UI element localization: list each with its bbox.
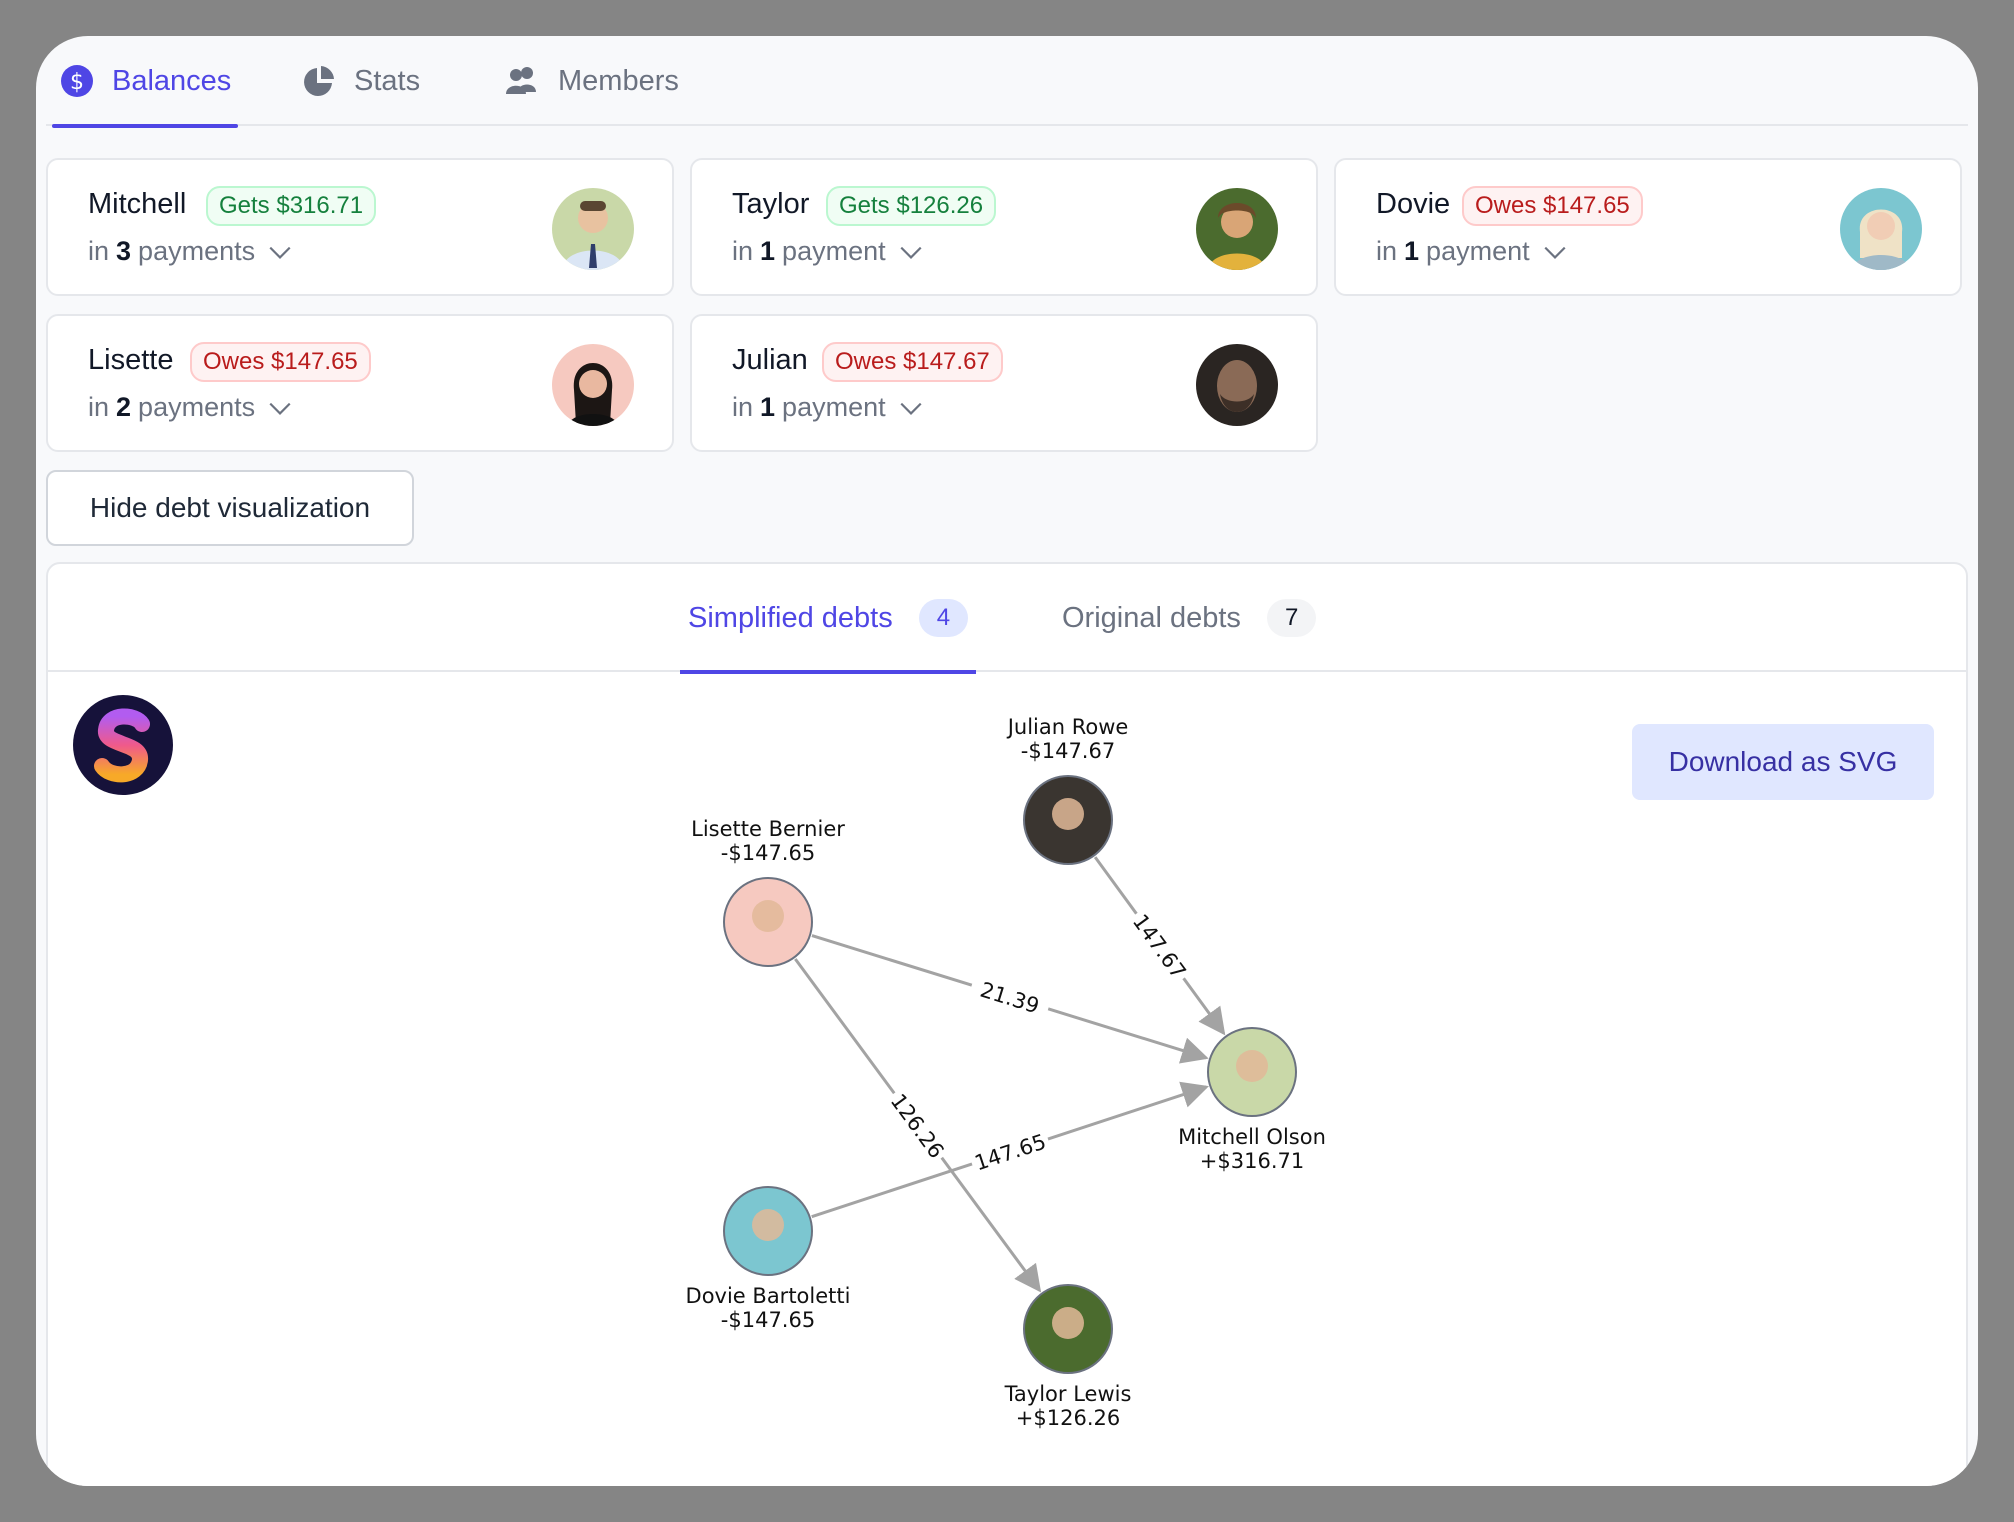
avatar (1196, 344, 1278, 426)
graph-node-dovie: Dovie Bartoletti-$147.65 (686, 1186, 851, 1332)
app-window: $ Balances Stats Members Mitchell Gets $… (36, 36, 1978, 1486)
node-avatar-face (1236, 1050, 1268, 1082)
member-name: Lisette (88, 344, 174, 376)
avatar (552, 344, 634, 426)
tab-members[interactable]: Members (502, 36, 679, 126)
graph-node-mitchell: Mitchell Olson+$316.71 (1178, 1027, 1326, 1173)
chevron-down-icon (269, 402, 291, 415)
node-balance: -$147.65 (721, 1308, 815, 1332)
tab-original-debts[interactable]: Original debts 7 (1062, 564, 1317, 672)
tab-stats[interactable]: Stats (302, 36, 420, 126)
tab-label: Original debts (1062, 601, 1241, 634)
balance-badge: Owes $147.65 (190, 342, 371, 382)
count-badge: 7 (1266, 599, 1317, 637)
download-svg-button[interactable]: Download as SVG (1632, 724, 1934, 800)
node-name: Mitchell Olson (1178, 1125, 1326, 1149)
node-avatar-face (1052, 1307, 1084, 1339)
balance-badge: Gets $316.71 (206, 186, 377, 226)
graph-node-taylor: Taylor Lewis+$126.26 (1004, 1284, 1132, 1430)
chevron-down-icon (900, 402, 922, 415)
graph-node-julian: Julian Rowe-$147.67 (1006, 715, 1129, 865)
svg-text:$: $ (70, 70, 84, 95)
debt-visualization-panel: 147.67 21.39 126.26 147.65 Julian Rowe -$147.… (46, 562, 1968, 1486)
main-tabs: $ Balances Stats Members (46, 36, 1968, 128)
tab-label: Simplified debts (688, 601, 893, 634)
node-balance: +$316.71 (1200, 1149, 1304, 1173)
tab-label: Balances (112, 64, 232, 97)
payments-toggle[interactable]: in 2 payments (88, 392, 293, 423)
count-badge: 4 (918, 599, 969, 637)
chevron-down-icon (269, 246, 291, 259)
node-name: Dovie Bartoletti (686, 1284, 851, 1308)
users-icon (506, 67, 536, 94)
debt-view-tabs: Simplified debts 4 Original debts 7 (48, 564, 1966, 674)
payments-toggle[interactable]: in 3 payments (88, 236, 293, 267)
node-name: Lisette Bernier (691, 817, 845, 841)
hide-visualization-button[interactable]: Hide debt visualization (46, 470, 414, 546)
chevron-down-icon (1544, 246, 1566, 259)
node-name: Julian Rowe (1006, 715, 1129, 739)
avatar (552, 188, 634, 270)
member-name: Dovie (1376, 188, 1451, 220)
member-name: Julian (732, 344, 808, 376)
tab-label: Members (558, 64, 679, 97)
balance-card: Taylor Gets $126.26 in 1 payment (690, 158, 1318, 296)
graph-node-lisette: Lisette Bernier-$147.65 (691, 817, 845, 967)
node-name: Taylor Lewis (1004, 1382, 1132, 1406)
balance-badge: Gets $126.26 (826, 186, 997, 226)
chevron-down-icon (900, 246, 922, 259)
tab-balances[interactable]: $ Balances (52, 36, 238, 128)
avatar (1840, 188, 1922, 270)
node-balance: -$147.65 (721, 841, 815, 865)
payments-toggle[interactable]: in 1 payment (732, 236, 924, 267)
payments-toggle[interactable]: in 1 payment (1376, 236, 1568, 267)
payments-toggle[interactable]: in 1 payment (732, 392, 924, 423)
balance-card: Julian Owes $147.67 in 1 payment (690, 314, 1318, 452)
pie-chart-icon (304, 66, 334, 96)
dollar-circle-icon: $ (61, 65, 93, 97)
node-balance: -$147.67 (1021, 739, 1115, 763)
tab-simplified-debts[interactable]: Simplified debts 4 (679, 564, 977, 674)
app-logo (73, 695, 173, 795)
avatar (1196, 188, 1278, 270)
balance-card: Lisette Owes $147.65 in 2 payments (46, 314, 674, 452)
node-avatar-face (752, 900, 784, 932)
member-name: Mitchell (88, 188, 187, 220)
node-avatar-face (752, 1209, 784, 1241)
node-balance: +$126.26 (1016, 1406, 1120, 1430)
tab-label: Stats (354, 64, 421, 97)
balance-card: Mitchell Gets $316.71 in 3 payments (46, 158, 674, 296)
balance-card: Dovie Owes $147.65 in 1 payment (1334, 158, 1962, 296)
debt-graph: 147.6721.39126.26 147.65Julian Rowe-$147.… (686, 715, 1326, 1430)
balance-badge: Owes $147.65 (1462, 186, 1643, 226)
node-avatar-face (1052, 798, 1084, 830)
member-name: Taylor (732, 188, 810, 220)
balance-badge: Owes $147.67 (822, 342, 1003, 382)
